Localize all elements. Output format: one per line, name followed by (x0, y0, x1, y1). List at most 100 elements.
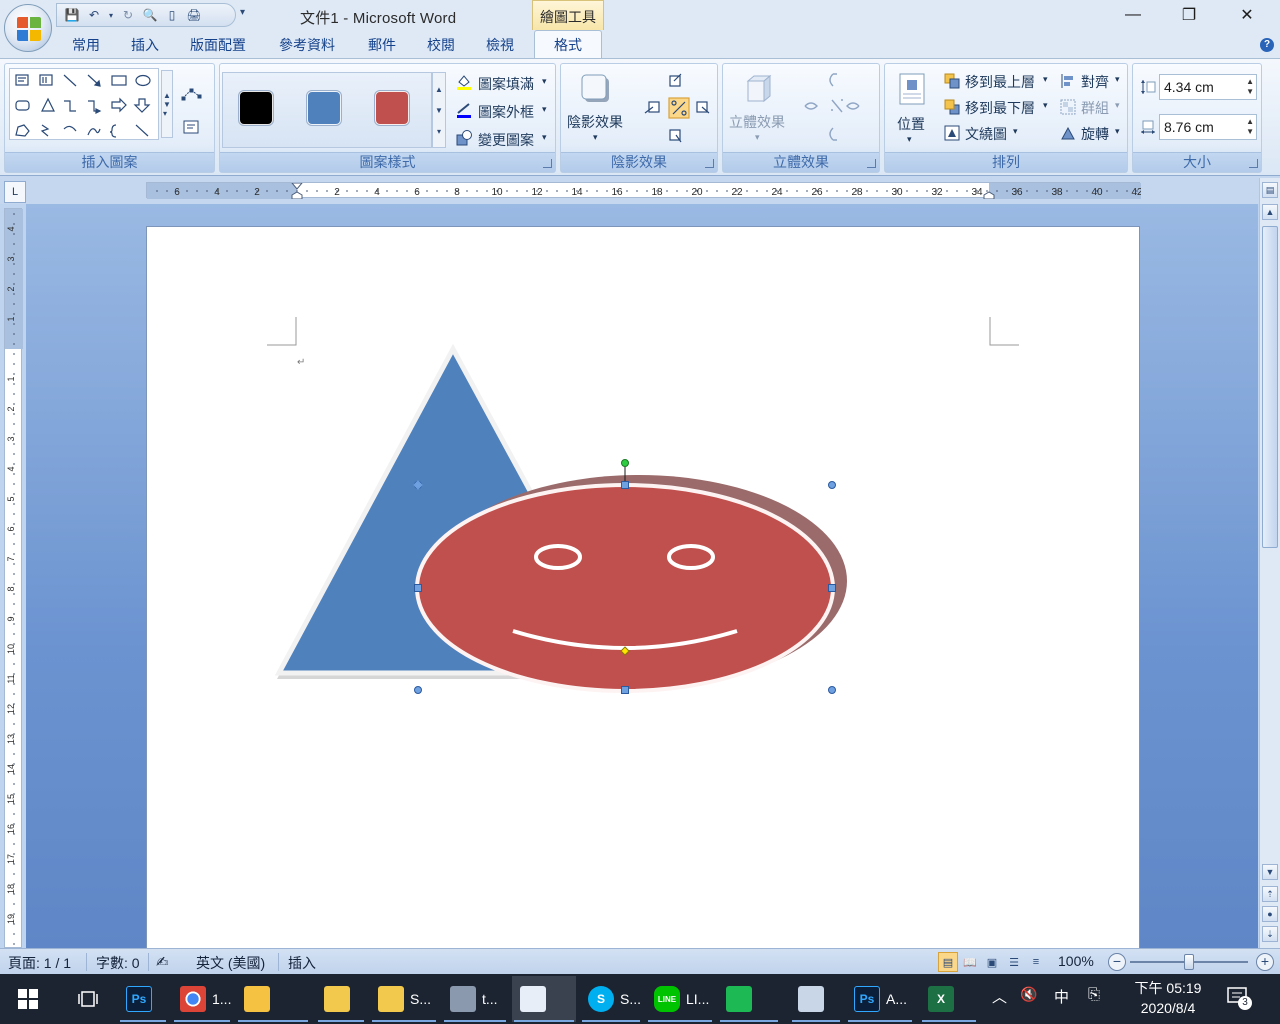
next-page-button[interactable]: ⇣ (1262, 926, 1278, 942)
change-shape-dropdown-icon[interactable]: ▾ (542, 132, 547, 143)
redo-icon[interactable]: ↻ (119, 6, 137, 24)
shadow-effects-launcher-icon[interactable] (705, 159, 714, 168)
rotate-dropdown-icon[interactable]: ▾ (1115, 126, 1120, 137)
shape-styles-scroll[interactable]: ▲ ▼ ▾ (432, 72, 446, 148)
text-box-icon[interactable] (181, 118, 201, 136)
shape-width-spinner[interactable]: ▲ ▼ (1246, 117, 1254, 137)
tab-selector[interactable]: L (4, 181, 26, 203)
shape-height-input[interactable]: 4.34 cm ▲ ▼ (1159, 74, 1257, 100)
ime-indicator[interactable]: 中 (1054, 986, 1069, 1007)
vertical-ruler[interactable]: 4 3 2 1 1 2 3 4 5 6 7 8 9 10 11 12 13 14 15 16 17 18 19 (4, 208, 23, 948)
tab-format[interactable]: 格式 (534, 30, 602, 58)
style-swatch-black[interactable] (239, 91, 273, 125)
clock[interactable]: 下午 05:19 2020/8/4 (1128, 978, 1208, 1018)
position-dropdown-icon[interactable]: ▾ (907, 134, 912, 145)
shape-height-spinner[interactable]: ▲ ▼ (1246, 77, 1254, 97)
tab-references[interactable]: 參考資料 (279, 35, 335, 55)
shapes-gallery-scroll[interactable]: ▲ ▼ ▾ (161, 70, 173, 138)
smiley-face-shape[interactable] (415, 483, 835, 693)
office-button[interactable] (4, 4, 52, 52)
save-icon[interactable]: 💾 (63, 6, 81, 24)
tab-home[interactable]: 常用 (72, 35, 100, 55)
close-button[interactable]: ✕ (1224, 0, 1270, 30)
send-to-back-dropdown-icon[interactable]: ▾ (1043, 100, 1048, 111)
zoom-out-button[interactable]: − (1108, 953, 1126, 971)
scrollbar-thumb[interactable] (1262, 226, 1278, 548)
shape-outline-dropdown-icon[interactable]: ▾ (542, 104, 547, 115)
new-doc-icon[interactable]: ▯ (163, 6, 181, 24)
group-objects-dropdown-icon[interactable]: ▾ (1115, 100, 1120, 111)
align-button[interactable]: 對齊 (1081, 72, 1109, 92)
taskbar-app-line[interactable]: LINE LI... (646, 976, 714, 1022)
taskbar-app-file[interactable]: t... (442, 976, 508, 1022)
bring-to-front-button[interactable]: 移到最上層 (965, 72, 1035, 92)
taskbar-app-photoshop[interactable]: Ps A... (846, 976, 914, 1022)
zoom-slider-thumb[interactable] (1184, 954, 1194, 970)
outline-view-icon[interactable]: ☰ (1004, 952, 1024, 972)
resize-handle-bottom-right[interactable] (828, 686, 836, 694)
minimize-button[interactable]: — (1110, 0, 1156, 30)
tab-insert[interactable]: 插入 (131, 35, 159, 55)
qat-customize-icon[interactable]: ▾ (240, 7, 245, 18)
3d-effects-launcher-icon[interactable] (867, 159, 876, 168)
align-dropdown-icon[interactable]: ▾ (1115, 74, 1120, 85)
action-center-button[interactable]: 3 (1226, 986, 1252, 1010)
position-button[interactable]: 位置 (897, 114, 925, 134)
style-swatch-blue[interactable] (307, 91, 341, 125)
view-ruler-toggle-icon[interactable]: ▤ (1262, 182, 1278, 198)
taskbar-app-folder[interactable] (316, 976, 366, 1022)
full-screen-reading-view-icon[interactable]: 📖 (960, 952, 980, 972)
draft-view-icon[interactable]: ≡ (1026, 952, 1046, 972)
ime-mode-icon[interactable]: ⎘ (1088, 986, 1100, 1003)
3d-effects-button[interactable]: 立體效果 (729, 112, 785, 132)
scroll-up-button[interactable]: ▲ (1262, 204, 1278, 220)
volume-muted-icon[interactable]: 🔇 (1020, 986, 1037, 1003)
taskbar-app-skype[interactable]: S S... (580, 976, 642, 1022)
tab-review[interactable]: 校閱 (427, 35, 455, 55)
shadow-effects-button[interactable]: 陰影效果 (567, 112, 623, 132)
tab-mailings[interactable]: 郵件 (368, 35, 396, 55)
shape-outline-button[interactable]: 圖案外框 (478, 102, 534, 122)
style-swatch-red[interactable] (375, 91, 409, 125)
tray-overflow-icon[interactable]: ︿ (992, 986, 1007, 1007)
horizontal-ruler[interactable]: 6 4 2 2 4 6 8 10 12 14 16 18 20 22 24 26 28 30 32 34 36 38 40 4… (146, 182, 1143, 200)
resize-handle-top-left[interactable] (414, 481, 422, 489)
vertical-scrollbar[interactable]: ▤ ▲ ▼ ⇡ ● ⇣ (1259, 178, 1280, 948)
shape-fill-button[interactable]: 圖案填滿 (478, 74, 534, 94)
help-icon[interactable]: ? (1260, 38, 1274, 52)
language-indicator[interactable]: 英文 (美國) (196, 953, 265, 973)
tab-page-layout[interactable]: 版面配置 (190, 35, 246, 55)
resize-handle-top-right[interactable] (828, 481, 836, 489)
taskbar-app-word[interactable] (512, 976, 576, 1022)
previous-page-button[interactable]: ⇡ (1262, 886, 1278, 902)
shape-width-input[interactable]: 8.76 cm ▲ ▼ (1159, 114, 1257, 140)
taskbar-app-folder[interactable]: S... (370, 976, 438, 1022)
task-view-button[interactable] (62, 976, 116, 1022)
bring-to-front-dropdown-icon[interactable]: ▾ (1043, 74, 1048, 85)
taskbar-app-contacts[interactable] (718, 976, 780, 1022)
taskbar-app-excel[interactable]: X (920, 976, 978, 1022)
group-objects-button[interactable]: 群組 (1081, 98, 1109, 118)
change-shape-button[interactable]: 變更圖案 (478, 130, 534, 150)
taskbar-app-app[interactable] (790, 976, 842, 1022)
wrap-text-button[interactable]: 文繞圖 (965, 124, 1007, 144)
undo-dropdown-icon[interactable]: ▾ (107, 6, 115, 24)
taskbar-app-outlook[interactable] (236, 976, 310, 1022)
page-count[interactable]: 頁面: 1 / 1 (8, 953, 71, 973)
send-to-back-button[interactable]: 移到最下層 (965, 98, 1035, 118)
start-button[interactable] (0, 976, 58, 1022)
insert-mode-indicator[interactable]: 插入 (288, 953, 316, 973)
print-layout-view-icon[interactable]: ▤ (938, 952, 958, 972)
shadow-effects-dropdown-icon[interactable]: ▾ (593, 132, 598, 143)
scroll-down-button[interactable]: ▼ (1262, 864, 1278, 880)
proofing-icon[interactable]: ✍ (156, 953, 169, 971)
zoom-level[interactable]: 100% (1058, 953, 1094, 969)
size-launcher-icon[interactable] (1249, 159, 1258, 168)
browse-object-button[interactable]: ● (1262, 906, 1278, 922)
tab-view[interactable]: 檢視 (486, 35, 514, 55)
undo-icon[interactable]: ↶ (85, 6, 103, 24)
rotation-handle[interactable] (621, 459, 629, 467)
resize-handle-top[interactable] (621, 481, 629, 489)
resize-handle-bottom[interactable] (621, 686, 629, 694)
resize-handle-left[interactable] (414, 584, 422, 592)
